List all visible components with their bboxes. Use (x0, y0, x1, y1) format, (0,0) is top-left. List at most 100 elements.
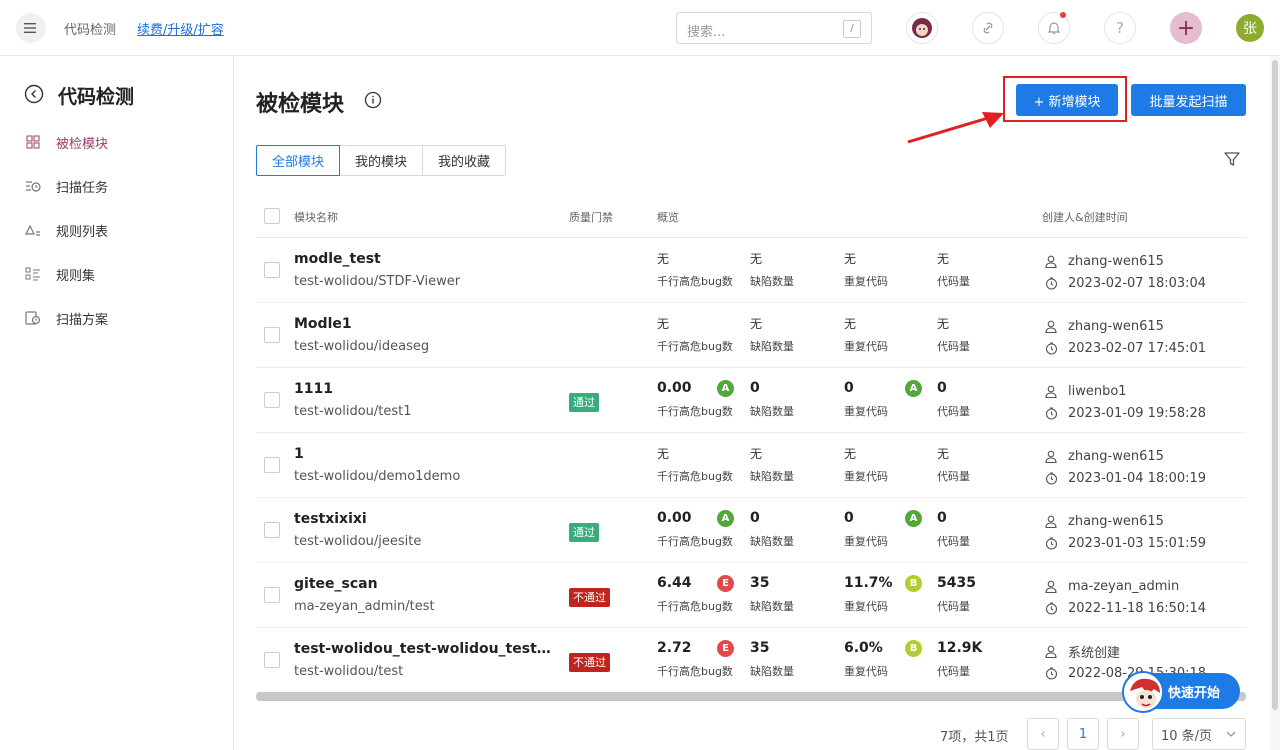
metric-1: 无 千行高危bug数 (657, 445, 733, 484)
renew-upgrade-link[interactable]: 续费/升级/扩容 (137, 19, 224, 38)
metric-3: 无 重复代码 (844, 250, 888, 289)
modules-table: 模块名称 质量门禁 概览 创建人&创建时间 modle_test test-wol… (256, 195, 1246, 693)
search-input[interactable]: 搜索... / (676, 12, 872, 44)
sidebar-item-scan-tasks[interactable]: 扫描任务 (24, 174, 214, 198)
table-row[interactable]: testxixixi test-wolidou/jeesite 通过 0.00 千行… (256, 498, 1246, 563)
module-name[interactable]: Modle1 (294, 316, 352, 332)
menu-button[interactable] (16, 13, 46, 43)
metric-4: 0 代码量 (937, 380, 970, 419)
column-header-name: 模块名称 (294, 211, 338, 224)
module-name[interactable]: gitee_scan (294, 576, 378, 592)
metric-label: 缺陷数量 (750, 340, 794, 353)
sidebar-item-label: 规则列表 (56, 224, 109, 240)
metric-label: 重复代码 (844, 600, 888, 613)
user-icon (1044, 644, 1058, 658)
timer-icon (1044, 471, 1058, 485)
table-row[interactable]: gitee_scan ma-zeyan_admin/test 不通过 6.44 千行… (256, 563, 1246, 628)
mascot-avatar-button[interactable] (906, 12, 938, 44)
timer-icon (1044, 276, 1058, 290)
metric-value: 11.7% (844, 575, 893, 591)
info-icon[interactable] (364, 91, 382, 109)
module-repo-path: test-wolidou/jeesite (294, 534, 422, 549)
help-button[interactable]: ? (1104, 12, 1136, 44)
metric-4: 12.9K 代码量 (937, 640, 982, 679)
page-title: 被检模块 (256, 92, 345, 117)
table-row[interactable]: 1111 test-wolidou/test1 通过 0.00 千行高危bug数 0… (256, 368, 1246, 433)
page-number-button[interactable]: 1 (1067, 718, 1099, 750)
link-button[interactable] (972, 12, 1004, 44)
page-size-value: 10 条/页 (1161, 728, 1213, 744)
next-page-button[interactable]: › (1107, 718, 1139, 750)
metric-value: 35 (750, 575, 770, 591)
creator-info: zhang-wen615 2023-02-07 17:45:01 (1044, 315, 1206, 359)
chevron-right-icon: › (1120, 726, 1126, 742)
vertical-scrollbar[interactable] (1272, 60, 1278, 710)
row-checkbox[interactable] (264, 652, 280, 668)
sidebar: 代码检测 被检模块 扫描任务 规则列表 规则集 扫描方案 (0, 56, 234, 750)
pagination-summary: 7项，共1页 (940, 730, 1009, 745)
row-checkbox[interactable] (264, 262, 280, 278)
tab-my-modules[interactable]: 我的模块 (339, 145, 424, 176)
metric-label: 重复代码 (844, 665, 888, 678)
module-name[interactable]: modle_test (294, 251, 381, 267)
top-bar: 代码检测 续费/升级/扩容 搜索... / ? + 张 (0, 0, 1280, 56)
horizontal-scrollbar[interactable] (256, 692, 1246, 701)
page-size-select[interactable]: 10 条/页 (1152, 718, 1246, 750)
module-repo-path: test-wolidou/test1 (294, 404, 412, 419)
mascot-icon[interactable] (1122, 671, 1164, 713)
sidebar-item-modules[interactable]: 被检模块 (24, 130, 214, 154)
user-avatar[interactable]: 张 (1236, 14, 1264, 42)
metric-label: 缺陷数量 (750, 470, 794, 483)
module-name[interactable]: 1111 (294, 381, 333, 397)
sidebar-item-rule-list[interactable]: 规则列表 (24, 218, 214, 242)
module-repo-path: test-wolidou/test (294, 664, 404, 679)
row-checkbox[interactable] (264, 327, 280, 343)
module-name[interactable]: test-wolidou_test-wolidou_test_op... (294, 641, 556, 657)
table-row[interactable]: modle_test test-wolidou/STDF-Viewer 无 千行高… (256, 238, 1246, 303)
table-row[interactable]: test-wolidou_test-wolidou_test_op...test… (256, 628, 1246, 693)
tab-all-modules[interactable]: 全部模块 (256, 145, 341, 176)
grade-badge: E (717, 640, 734, 657)
add-module-button[interactable]: + 新增模块 (1016, 84, 1118, 116)
tab-my-favorites[interactable]: 我的收藏 (422, 145, 507, 176)
app-name: 代码检测 (64, 23, 117, 38)
metric-value: 0 (750, 510, 760, 526)
metric-2: 无 缺陷数量 (750, 250, 794, 289)
metric-label: 代码量 (937, 600, 970, 613)
creator-info: zhang-wen615 2023-01-03 15:01:59 (1044, 510, 1206, 554)
metric-value: 0 (844, 510, 854, 526)
row-checkbox[interactable] (264, 587, 280, 603)
sidebar-item-scan-plans[interactable]: 扫描方案 (24, 306, 214, 330)
quality-gate-badge: 不通过 (569, 588, 610, 607)
create-plus-button[interactable]: + (1170, 12, 1202, 44)
metric-2: 0 缺陷数量 (750, 510, 794, 549)
row-checkbox[interactable] (264, 457, 280, 473)
batch-scan-button[interactable]: 批量发起扫描 (1131, 84, 1246, 116)
metric-label: 缺陷数量 (750, 405, 794, 418)
metric-label: 千行高危bug数 (657, 275, 733, 288)
creator-name: zhang-wen615 (1068, 513, 1164, 529)
metric-label: 重复代码 (844, 340, 888, 353)
back-circle-icon[interactable] (24, 84, 44, 104)
row-checkbox[interactable] (264, 522, 280, 538)
filter-icon[interactable] (1222, 149, 1242, 169)
metric-label: 代码量 (937, 275, 970, 288)
metric-2: 35 缺陷数量 (750, 640, 794, 679)
metric-value: 无 (937, 447, 950, 461)
row-checkbox[interactable] (264, 392, 280, 408)
metric-value: 0 (844, 380, 854, 396)
sidebar-item-rule-sets[interactable]: 规则集 (24, 262, 214, 286)
table-row[interactable]: 1 test-wolidou/demo1demo 无 千行高危bug数 无 缺陷数… (256, 433, 1246, 498)
table-row[interactable]: Modle1 test-wolidou/ideaseg 无 千行高危bug数 无 … (256, 303, 1246, 368)
created-time: 2023-02-07 18:03:04 (1068, 275, 1207, 291)
creator-name: liwenbo1 (1068, 383, 1127, 399)
module-name[interactable]: testxixixi (294, 511, 367, 527)
prev-page-button[interactable]: ‹ (1027, 718, 1059, 750)
metric-3: 0 重复代码 (844, 510, 888, 549)
notification-button[interactable] (1038, 12, 1070, 44)
user-icon (1044, 319, 1058, 333)
metric-3: 无 重复代码 (844, 445, 888, 484)
metric-label: 重复代码 (844, 470, 888, 483)
select-all-checkbox[interactable] (264, 208, 280, 224)
module-name[interactable]: 1 (294, 446, 304, 462)
